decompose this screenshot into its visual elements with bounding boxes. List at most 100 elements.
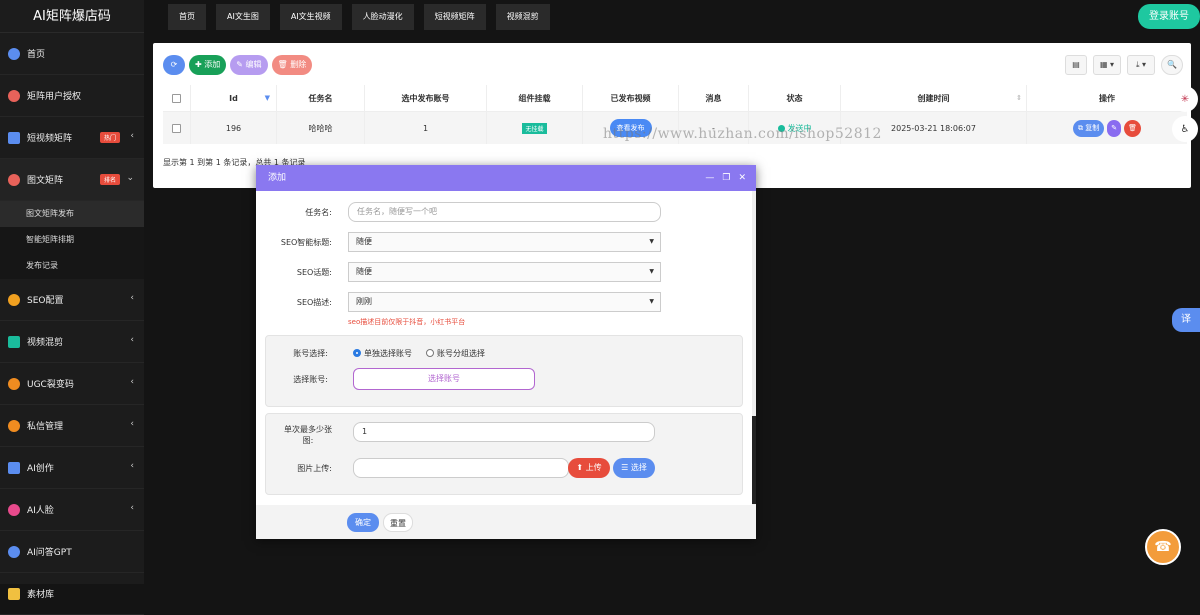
chevron-icon: ‹: [130, 461, 134, 471]
sidebar-item-3[interactable]: 图文矩阵 排名 ⌄: [0, 159, 144, 201]
video-icon: [8, 131, 20, 144]
sidebar-item-7[interactable]: 私信管理 ‹: [0, 405, 144, 447]
header-ops: 操作: [1099, 93, 1115, 103]
pick-account-button[interactable]: 选择账号: [353, 368, 535, 390]
submenu-item[interactable]: 智能矩阵排期: [0, 227, 144, 253]
topnav-item-0[interactable]: 首页: [168, 4, 206, 30]
sidebar: AI矩阵爆店码 首页 矩阵用户授权 短视频矩阵 热门 ‹ 图文矩阵 排名 ⌄ 图文矩阵发布 智能矩…: [0, 0, 144, 615]
topnav-item-5[interactable]: 视频混剪: [495, 4, 550, 30]
header-message: 消息: [679, 85, 749, 111]
row-checkbox[interactable]: [163, 112, 191, 144]
add-dialog: 添加 — ❐ ✕ 任务名: 任务名，随便写一个吧 SEO智能标题: 随便 ▼ SE…: [256, 165, 756, 539]
seo-title-select[interactable]: 随便 ▼: [348, 232, 661, 252]
dialog-title: 添加: [268, 173, 287, 183]
chevron-icon: ‹: [130, 335, 134, 345]
sidebar-item-label: AI创作: [27, 464, 54, 474]
reset-button[interactable]: 重置: [383, 513, 413, 532]
accessibility-icon[interactable]: ♿: [1172, 116, 1198, 142]
folder-icon: [8, 587, 20, 600]
sidebar-item-2[interactable]: 短视频矩阵 热门 ‹: [0, 117, 144, 159]
radio-group-account[interactable]: 账号分组选择: [426, 348, 485, 359]
delete-button[interactable]: 🗑 删除: [271, 55, 313, 75]
seo-topic-row: SEO话题: 随便 ▼: [256, 262, 752, 284]
row-task-name: 哈哈哈: [277, 112, 365, 144]
sidebar-item-label: 短视频矩阵: [27, 134, 73, 144]
image-text-icon: [8, 173, 20, 186]
maximize-icon[interactable]: ❐: [722, 165, 730, 191]
header-id[interactable]: Id ▼: [191, 85, 277, 111]
table-tools: ▤ ▦ ▾ ⤓ ▾ 🔍: [1065, 55, 1183, 75]
radio-single-account[interactable]: 单独选择账号: [353, 348, 412, 359]
sidebar-item-label: 视频混剪: [27, 338, 64, 348]
sidebar-item-label: SEO配置: [27, 296, 64, 306]
sidebar-item-label: AI人脸: [27, 506, 54, 516]
seo-desc-select[interactable]: 刚刚 ▼: [348, 292, 661, 312]
seo-topic-label: SEO话题:: [296, 268, 332, 277]
caret-down-icon: ▼: [649, 298, 654, 305]
sidebar-item-8[interactable]: AI创作 ‹: [0, 447, 144, 489]
minimize-icon[interactable]: —: [705, 165, 714, 191]
search-icon[interactable]: 🔍: [1161, 55, 1183, 75]
columns-toggle-icon[interactable]: ▤: [1065, 55, 1087, 75]
header-created[interactable]: 创建时间 ⇕: [841, 85, 1027, 111]
select-all-checkbox[interactable]: [163, 85, 191, 111]
caret-down-icon: ▼: [649, 238, 654, 245]
login-button[interactable]: 登录账号: [1138, 4, 1200, 29]
header-published: 已发布视频: [583, 85, 679, 111]
pie-chart-icon: [8, 47, 20, 60]
grid-view-icon[interactable]: ▦ ▾: [1093, 55, 1121, 75]
table-header: Id ▼ 任务名 选中发布账号 组件挂载 已发布视频 消息 状态 创建时间 ⇕ 操作: [163, 85, 1187, 112]
topnav-item-1[interactable]: AI文生图: [216, 4, 270, 30]
mount-tag: 无挂载: [522, 122, 547, 134]
refresh-button[interactable]: ⟳: [163, 55, 185, 75]
sidebar-item-6[interactable]: UGC裂变码 ‹: [0, 363, 144, 405]
message-icon: [8, 419, 20, 432]
dialog-scrollbar[interactable]: [752, 191, 756, 505]
confirm-button[interactable]: 确定: [347, 513, 379, 532]
topnav-item-4[interactable]: 短视频矩阵: [423, 4, 486, 30]
top-navigation: 首页 AI文生图 AI文生视频 人脸动漫化 短视频矩阵 视频混剪 登录账号: [144, 0, 1200, 33]
copy-button[interactable]: ⧉ 复制: [1073, 119, 1105, 137]
watermark-text: https://www.huzhan.com/ishop52812: [603, 126, 882, 142]
upload-button[interactable]: ⬆ 上传: [568, 458, 610, 478]
sidebar-badge: 排名: [100, 174, 121, 185]
select-image-button[interactable]: ☰ 选择: [613, 458, 655, 478]
row-accounts: 1: [365, 112, 487, 144]
sidebar-item-10[interactable]: AI问答GPT: [0, 531, 144, 573]
task-name-input[interactable]: 任务名，随便写一个吧: [348, 202, 661, 222]
face-icon: [8, 503, 20, 516]
image-upload-input[interactable]: [353, 458, 569, 478]
submenu-item[interactable]: 发布记录: [0, 253, 144, 279]
sidebar-item-5[interactable]: 视频混剪 ‹: [0, 321, 144, 363]
translate-button[interactable]: 译: [1172, 308, 1200, 332]
sidebar-item-label: AI问答GPT: [27, 548, 72, 558]
submenu-item[interactable]: 图文矩阵发布: [0, 201, 144, 227]
add-button[interactable]: ✚ 添加: [189, 55, 227, 75]
row-mount: 无挂载: [487, 112, 583, 144]
sidebar-item-11[interactable]: 素材库: [0, 573, 144, 615]
dialog-body: 任务名: 任务名，随便写一个吧 SEO智能标题: 随便 ▼ SEO话题: 随便 ▼ …: [256, 191, 752, 505]
export-icon[interactable]: ⤓ ▾: [1127, 55, 1155, 75]
seo-topic-select[interactable]: 随便 ▼: [348, 262, 661, 282]
seo-icon: [8, 293, 20, 306]
sidebar-item-9[interactable]: AI人脸 ‹: [0, 489, 144, 531]
header-accounts: 选中发布账号: [365, 85, 487, 111]
chevron-icon: ⌄: [126, 173, 134, 183]
sidebar-item-1[interactable]: 矩阵用户授权: [0, 75, 144, 117]
sidebar-item-0[interactable]: 首页: [0, 33, 144, 75]
network-icon[interactable]: ✳: [1172, 86, 1198, 112]
close-icon[interactable]: ✕: [738, 165, 746, 191]
sort-desc-icon: ▼: [264, 94, 270, 102]
mix-video-icon: [8, 335, 20, 348]
topnav-item-3[interactable]: 人脸动漫化: [351, 4, 414, 30]
account-group: 账号选择: 单独选择账号 账号分组选择 选择账号: 选择账号: [265, 335, 743, 407]
max-images-input[interactable]: 1: [353, 422, 655, 442]
customer-service-icon[interactable]: ☎: [1145, 529, 1181, 565]
chevron-icon: ‹: [130, 503, 134, 513]
row-delete-icon[interactable]: 🗑: [1124, 119, 1141, 137]
topnav-item-2[interactable]: AI文生视频: [279, 4, 342, 30]
edit-button[interactable]: ✎ 编辑: [230, 55, 268, 75]
chevron-icon: ‹: [130, 131, 134, 141]
row-edit-icon[interactable]: ✎: [1107, 119, 1122, 137]
sidebar-item-4[interactable]: SEO配置 ‹: [0, 279, 144, 321]
